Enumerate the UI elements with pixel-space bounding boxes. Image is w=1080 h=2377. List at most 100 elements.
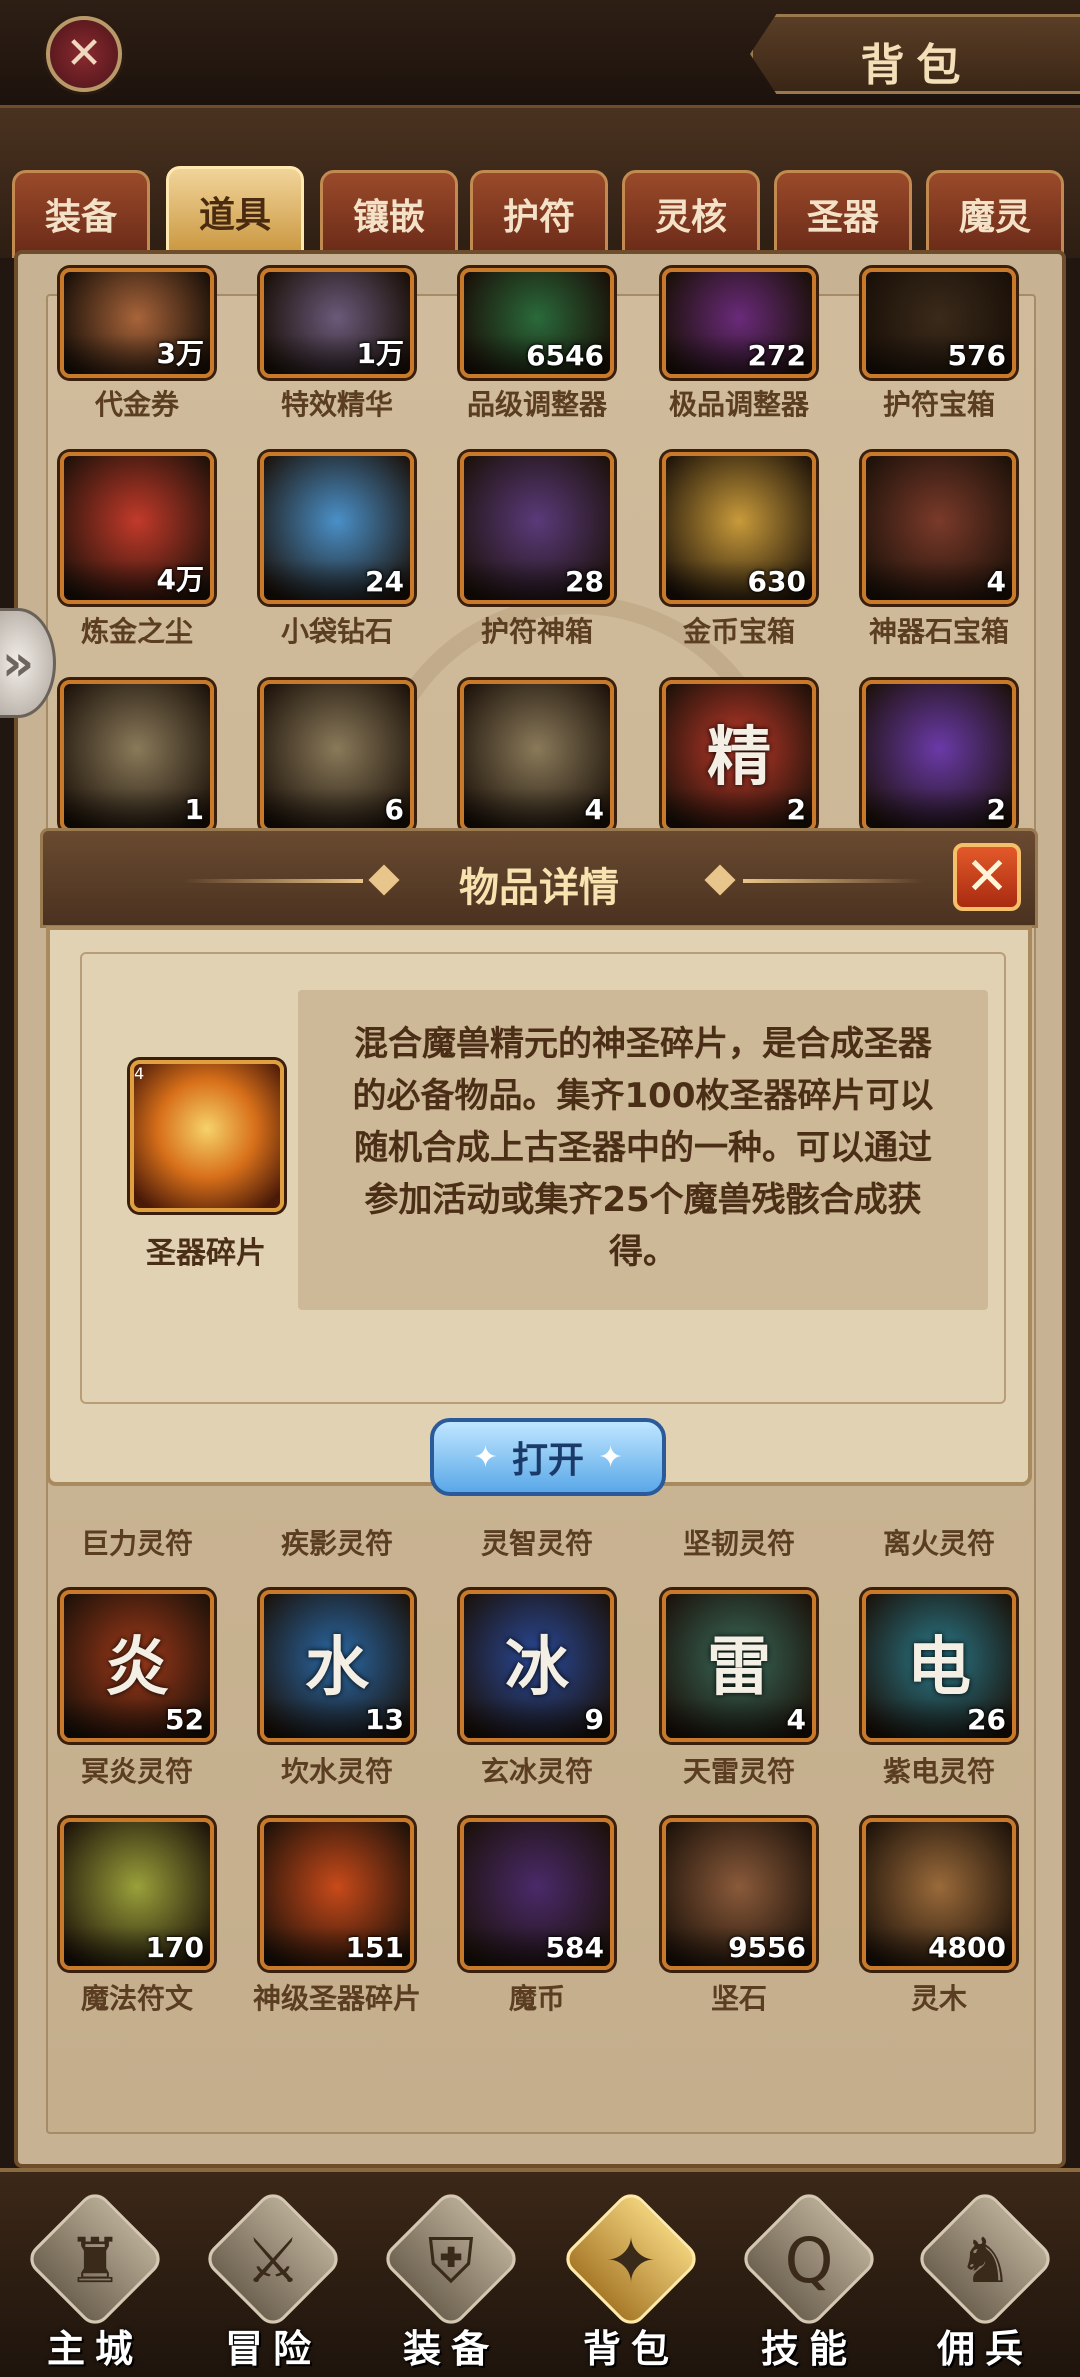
tab-artifact[interactable]: 圣器 <box>774 170 912 258</box>
item-glyph-icon: 冰 <box>505 1631 569 1705</box>
item-icon-artifact-shard: 4 <box>130 1060 284 1212</box>
nav-item-2[interactable]: ⛨ 装备 <box>366 2187 536 2372</box>
inventory-slot[interactable]: 2 <box>862 680 1016 832</box>
nav-item-1[interactable]: ⚔ 冒险 <box>188 2187 358 2372</box>
item-label: 玄冰灵符 <box>480 1755 593 1788</box>
item-label: 天雷灵符 <box>682 1755 795 1788</box>
item-label: 炼金之尘 <box>80 615 193 648</box>
inventory-slot[interactable]: 9556 <box>662 1818 816 1970</box>
inventory-slot[interactable]: 6 <box>260 680 414 832</box>
inventory-slot[interactable]: 炎 52 <box>60 1590 214 1742</box>
item-count: 28 <box>565 565 604 598</box>
item-label: 魔法符文 <box>80 1982 193 2015</box>
item-label: 金币宝箱 <box>682 615 795 648</box>
item-label: 品级调整器 <box>466 388 607 421</box>
inventory-slot[interactable]: 272 <box>662 268 816 378</box>
nav-item-0[interactable]: ♜ 主城 <box>10 2187 180 2372</box>
item-glyph-icon: 炎 <box>105 1631 169 1705</box>
inventory-slot[interactable]: 28 <box>460 452 614 604</box>
inventory-slot[interactable]: 576 <box>862 268 1016 378</box>
item-label: 坚石 <box>710 1982 767 2015</box>
item-count: 4800 <box>928 1931 1006 1964</box>
item-count: 4万 <box>156 563 204 596</box>
item-count: 6 <box>384 793 404 826</box>
item-detail-modal: 物品详情 ✕ 4 圣器碎片 混合魔兽精元的神圣碎片，是合成圣器的必备物品。集齐1… <box>40 828 1038 1496</box>
item-label: 神器石宝箱 <box>868 615 1009 648</box>
nav-item-3[interactable]: ✦ 背包 <box>546 2187 716 2372</box>
item-label: 神级圣器碎片 <box>252 1982 421 2015</box>
inventory-slot[interactable]: 冰9 <box>460 1590 614 1742</box>
open-button[interactable]: ✦ 打开 ✦ <box>430 1418 666 1496</box>
inventory-slot[interactable]: 1万 <box>260 268 414 378</box>
inventory-slot[interactable]: 6546 <box>460 268 614 378</box>
inventory-slot[interactable]: 4 <box>862 452 1016 604</box>
item-count: 2 <box>786 793 806 826</box>
tab-spirit-core[interactable]: 灵核 <box>622 170 760 258</box>
item-label: 疾影灵符 <box>280 1527 393 1560</box>
nav-label: 佣兵 <box>936 2327 1033 2371</box>
inventory-slot[interactable]: 4 <box>460 680 614 832</box>
nav-glyph-icon: ⚔ <box>245 2224 301 2297</box>
item-count: 24 <box>365 565 404 598</box>
item-label: 极品调整器 <box>668 388 809 421</box>
inventory-slot[interactable]: 水 13 <box>260 1590 414 1742</box>
item-label: 魔币 <box>508 1982 565 2015</box>
nav-glyph-icon: ✦ <box>605 2224 657 2297</box>
tab-equipment[interactable]: 装备 <box>12 170 150 258</box>
nav-label: 装备 <box>402 2327 499 2371</box>
ornament-line <box>743 879 923 883</box>
tab-demon-spirit[interactable]: 魔灵 <box>926 170 1064 258</box>
inventory-slot[interactable]: 170 <box>60 1818 214 1970</box>
inventory-slot[interactable]: 精2 <box>662 680 816 832</box>
inventory-slot[interactable]: 4800 <box>862 1818 1016 1970</box>
item-count: 4 <box>986 565 1006 598</box>
item-glyph-icon: 雷 <box>707 1631 771 1705</box>
nav-label: 背包 <box>582 2327 679 2371</box>
item-label: 护符宝箱 <box>882 388 995 421</box>
close-glyph: ✕ <box>965 847 1009 907</box>
nav-item-5[interactable]: ♞ 佣兵 <box>900 2187 1070 2372</box>
inventory-slot[interactable]: 电 26 <box>862 1590 1016 1742</box>
item-label: 小袋钻石 <box>280 615 393 648</box>
tab-amulet[interactable]: 护符 <box>470 170 608 258</box>
tab-items[interactable]: 道具 <box>166 166 304 258</box>
item-count: 584 <box>545 1931 604 1964</box>
inventory-slot[interactable]: 雷4 <box>662 1590 816 1742</box>
bottom-nav: ♜ 主城 ⚔ 冒险 ⛨ 装备 ✦ 背包 Q 技能 ♞ 佣兵 <box>0 2168 1080 2377</box>
item-count: 170 <box>145 1931 204 1964</box>
nav-label: 主城 <box>46 2327 143 2371</box>
item-label: 坎水灵符 <box>280 1755 393 1788</box>
item-count: 4 <box>134 1064 145 1083</box>
item-count: 151 <box>345 1931 404 1964</box>
inventory-slot[interactable]: 4万 <box>60 452 214 604</box>
nav-glyph-icon: ⛨ <box>427 2224 475 2297</box>
tab-inlay[interactable]: 镶嵌 <box>320 170 458 258</box>
close-glyph: ✕ <box>65 28 103 79</box>
item-count: 4 <box>584 793 604 826</box>
nav-item-4[interactable]: Q 技能 <box>724 2187 894 2372</box>
nav-glyph-icon: ♞ <box>957 2224 1013 2297</box>
nav-glyph-icon: Q <box>784 2224 834 2297</box>
inventory-slot[interactable]: 630 <box>662 452 816 604</box>
close-icon[interactable]: ✕ <box>46 16 122 92</box>
item-description: 混合魔兽精元的神圣碎片，是合成圣器的必备物品。集齐100枚圣器碎片可以随机合成上… <box>298 990 988 1310</box>
item-label: 代金券 <box>94 388 179 421</box>
item-count: 272 <box>747 339 806 372</box>
inventory-slot[interactable]: 24 <box>260 452 414 604</box>
inventory-slot[interactable]: 584 <box>460 1818 614 1970</box>
modal-title: 物品详情 <box>459 865 619 911</box>
item-count: 1万 <box>356 337 404 370</box>
page-title: 背包 <box>860 40 973 91</box>
top-bar: ✕ 背包 <box>0 0 1080 108</box>
open-button-label: 打开 <box>511 1440 584 1481</box>
item-glyph-icon: 水 <box>305 1631 369 1705</box>
item-count: 26 <box>967 1703 1006 1736</box>
modal-close-icon[interactable]: ✕ <box>953 843 1021 911</box>
inventory-slot[interactable]: 3万 <box>60 268 214 378</box>
item-count: 13 <box>365 1703 404 1736</box>
inventory-slot[interactable]: 1 <box>60 680 214 832</box>
item-count: 576 <box>947 339 1006 372</box>
item-glyph-icon: 精 <box>707 721 771 795</box>
item-label: 灵智灵符 <box>480 1527 593 1560</box>
inventory-slot[interactable]: 151 <box>260 1818 414 1970</box>
